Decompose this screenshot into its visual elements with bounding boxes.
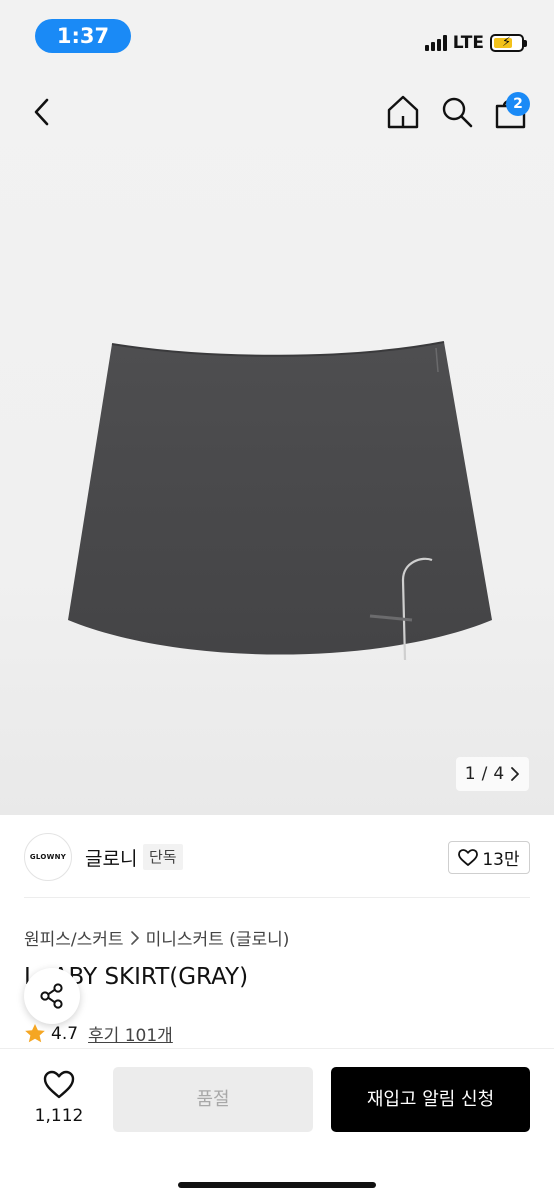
wishlist-button[interactable]: 1,112 xyxy=(24,1068,94,1132)
share-button[interactable] xyxy=(24,968,80,1024)
restock-alert-button[interactable]: 재입고 알림 신청 xyxy=(331,1067,530,1132)
status-time: 1:37 xyxy=(35,19,131,53)
brand-like-button[interactable]: 13만 xyxy=(448,841,530,874)
battery-icon: ⚡ xyxy=(490,34,527,52)
brand-row: GLOWNY 글로니 단독 13만 xyxy=(24,833,530,881)
chevron-left-icon xyxy=(34,98,49,126)
signal-icon xyxy=(424,35,447,51)
brand-like-count: 13만 xyxy=(482,850,520,870)
wishlist-count: 1,112 xyxy=(34,1106,84,1126)
gallery-pager[interactable]: 1 / 4 xyxy=(456,757,529,791)
product-title-text: ABY SKIRT(GRAY) xyxy=(52,964,249,990)
product-image[interactable] xyxy=(60,330,500,670)
home-button[interactable] xyxy=(386,94,420,130)
status-indicators: LTE ⚡ xyxy=(424,30,527,56)
exclusive-badge: 단독 xyxy=(143,844,183,870)
network-label: LTE xyxy=(452,33,484,53)
brand-logo[interactable]: GLOWNY xyxy=(24,833,72,881)
search-icon xyxy=(442,97,473,128)
search-button[interactable] xyxy=(440,95,474,129)
breadcrumb-subcategory[interactable]: 미니스커트 (글로니) xyxy=(146,925,290,950)
review-count-link[interactable]: 후기 101개 xyxy=(88,1021,173,1046)
breadcrumb: 원피스/스커트 미니스커트 (글로니) xyxy=(24,925,289,950)
rating-row: 4.7 후기 101개 xyxy=(24,1021,173,1046)
soldout-button: 품절 xyxy=(113,1067,313,1132)
divider xyxy=(24,897,530,898)
home-icon xyxy=(387,95,419,129)
heart-icon xyxy=(458,848,479,866)
pager-total: 4 xyxy=(493,764,505,784)
brand-name[interactable]: 글로니 xyxy=(85,844,137,871)
chevron-right-icon xyxy=(511,767,520,781)
chevron-right-icon xyxy=(130,930,139,945)
star-icon xyxy=(25,1024,45,1043)
share-icon xyxy=(40,983,63,1009)
cart-count-badge: 2 xyxy=(506,92,530,116)
home-indicator xyxy=(178,1182,376,1188)
pager-current: 1 xyxy=(464,764,476,784)
rating-value: 4.7 xyxy=(51,1023,79,1044)
back-button[interactable] xyxy=(26,96,58,128)
pager-separator: / xyxy=(481,764,488,784)
heart-icon xyxy=(43,1070,75,1099)
breadcrumb-category[interactable]: 원피스/스커트 xyxy=(24,925,124,950)
